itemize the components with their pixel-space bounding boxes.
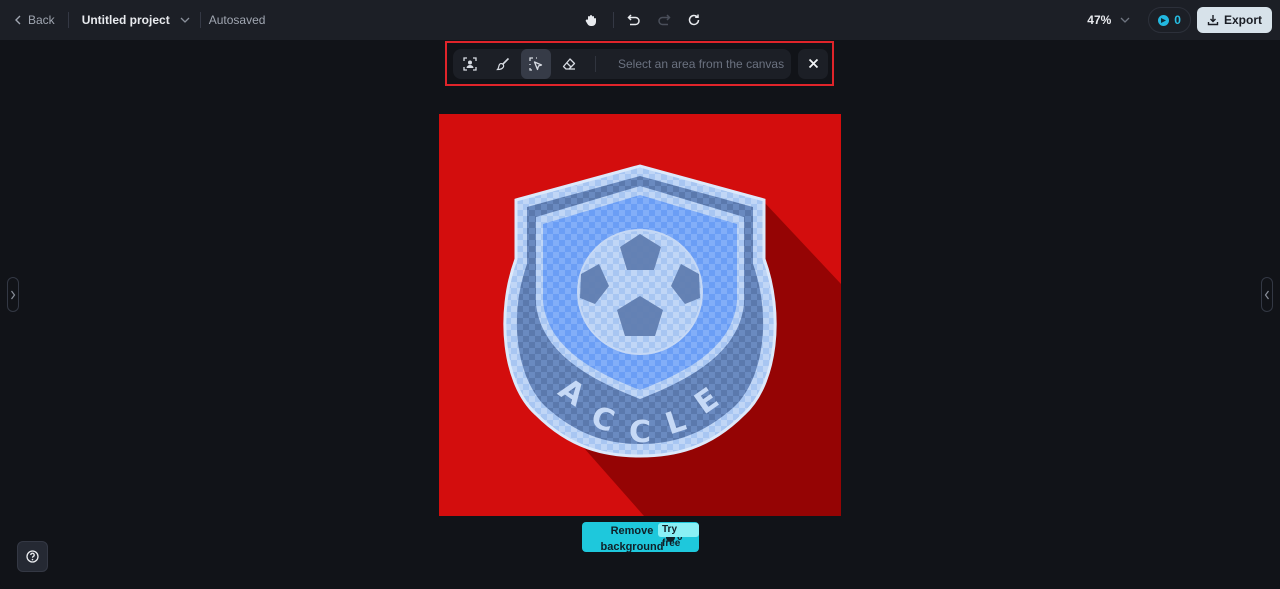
divider bbox=[595, 55, 596, 72]
hand-icon bbox=[585, 15, 596, 27]
chevron-down-icon bbox=[180, 17, 190, 23]
top-bar-right: 47% 0 Export bbox=[1087, 0, 1272, 40]
subject-select-tool[interactable] bbox=[455, 49, 485, 79]
eraser-tool[interactable] bbox=[554, 49, 584, 79]
back-label: Back bbox=[28, 13, 55, 27]
area-select-tool[interactable] bbox=[521, 48, 551, 79]
undo-button[interactable] bbox=[623, 9, 645, 31]
brush-icon bbox=[496, 57, 510, 70]
close-icon bbox=[808, 58, 818, 69]
try-free-badge: Try free bbox=[658, 523, 699, 549]
left-panel-toggle[interactable] bbox=[7, 277, 19, 312]
help-icon bbox=[26, 550, 39, 563]
eraser-icon bbox=[562, 57, 576, 70]
pointer-select-icon bbox=[529, 56, 543, 71]
top-bar: Back Untitled project Autosaved 47% 0 Ex… bbox=[0, 0, 1280, 40]
redo-icon bbox=[658, 14, 671, 26]
credit-coin-icon bbox=[1158, 14, 1170, 26]
refresh-button[interactable] bbox=[683, 9, 705, 31]
project-name: Untitled project bbox=[81, 13, 170, 27]
back-button[interactable]: Back bbox=[14, 13, 55, 27]
right-panel-toggle[interactable] bbox=[1261, 277, 1273, 312]
canvas-image[interactable]: A C C L E bbox=[439, 114, 841, 516]
export-button[interactable]: Export bbox=[1196, 7, 1272, 33]
divider bbox=[613, 12, 614, 28]
selection-hint: Select an area from the canvas bbox=[618, 56, 785, 71]
hand-tool-button[interactable] bbox=[580, 9, 602, 31]
refresh-icon bbox=[688, 14, 700, 26]
download-icon bbox=[1207, 15, 1219, 26]
remove-background-button[interactable]: Remove background 0 Try free bbox=[582, 522, 699, 553]
chevron-down-icon bbox=[1120, 17, 1130, 23]
divider bbox=[67, 12, 69, 28]
selection-tools: Select an area from the canvas bbox=[453, 48, 791, 79]
badge-image: A C C L E bbox=[439, 114, 841, 516]
zoom-dropdown[interactable]: 47% bbox=[1087, 13, 1130, 27]
chevron-left-icon bbox=[15, 15, 21, 25]
top-bar-left: Back Untitled project Autosaved bbox=[14, 0, 265, 40]
help-button[interactable] bbox=[17, 541, 48, 572]
undo-icon bbox=[627, 14, 640, 26]
export-label: Export bbox=[1223, 13, 1262, 27]
save-status: Autosaved bbox=[208, 13, 266, 27]
credits-button[interactable]: 0 bbox=[1148, 7, 1191, 33]
project-name-dropdown[interactable]: Untitled project bbox=[82, 13, 190, 27]
selection-toolbar: Select an area from the canvas bbox=[445, 41, 834, 86]
redo-button[interactable] bbox=[653, 9, 675, 31]
person-frame-icon bbox=[463, 56, 477, 71]
close-selection-button[interactable] bbox=[798, 48, 828, 79]
svg-text:C: C bbox=[629, 415, 651, 450]
brush-tool[interactable] bbox=[488, 49, 518, 79]
chevron-left-icon bbox=[1264, 290, 1269, 299]
credits-count: 0 bbox=[1174, 13, 1181, 27]
editor-app: Back Untitled project Autosaved 47% 0 Ex… bbox=[0, 0, 1280, 589]
chevron-right-icon bbox=[11, 290, 16, 299]
divider bbox=[199, 12, 201, 28]
top-bar-center bbox=[580, 0, 705, 40]
zoom-level: 47% bbox=[1087, 13, 1112, 27]
